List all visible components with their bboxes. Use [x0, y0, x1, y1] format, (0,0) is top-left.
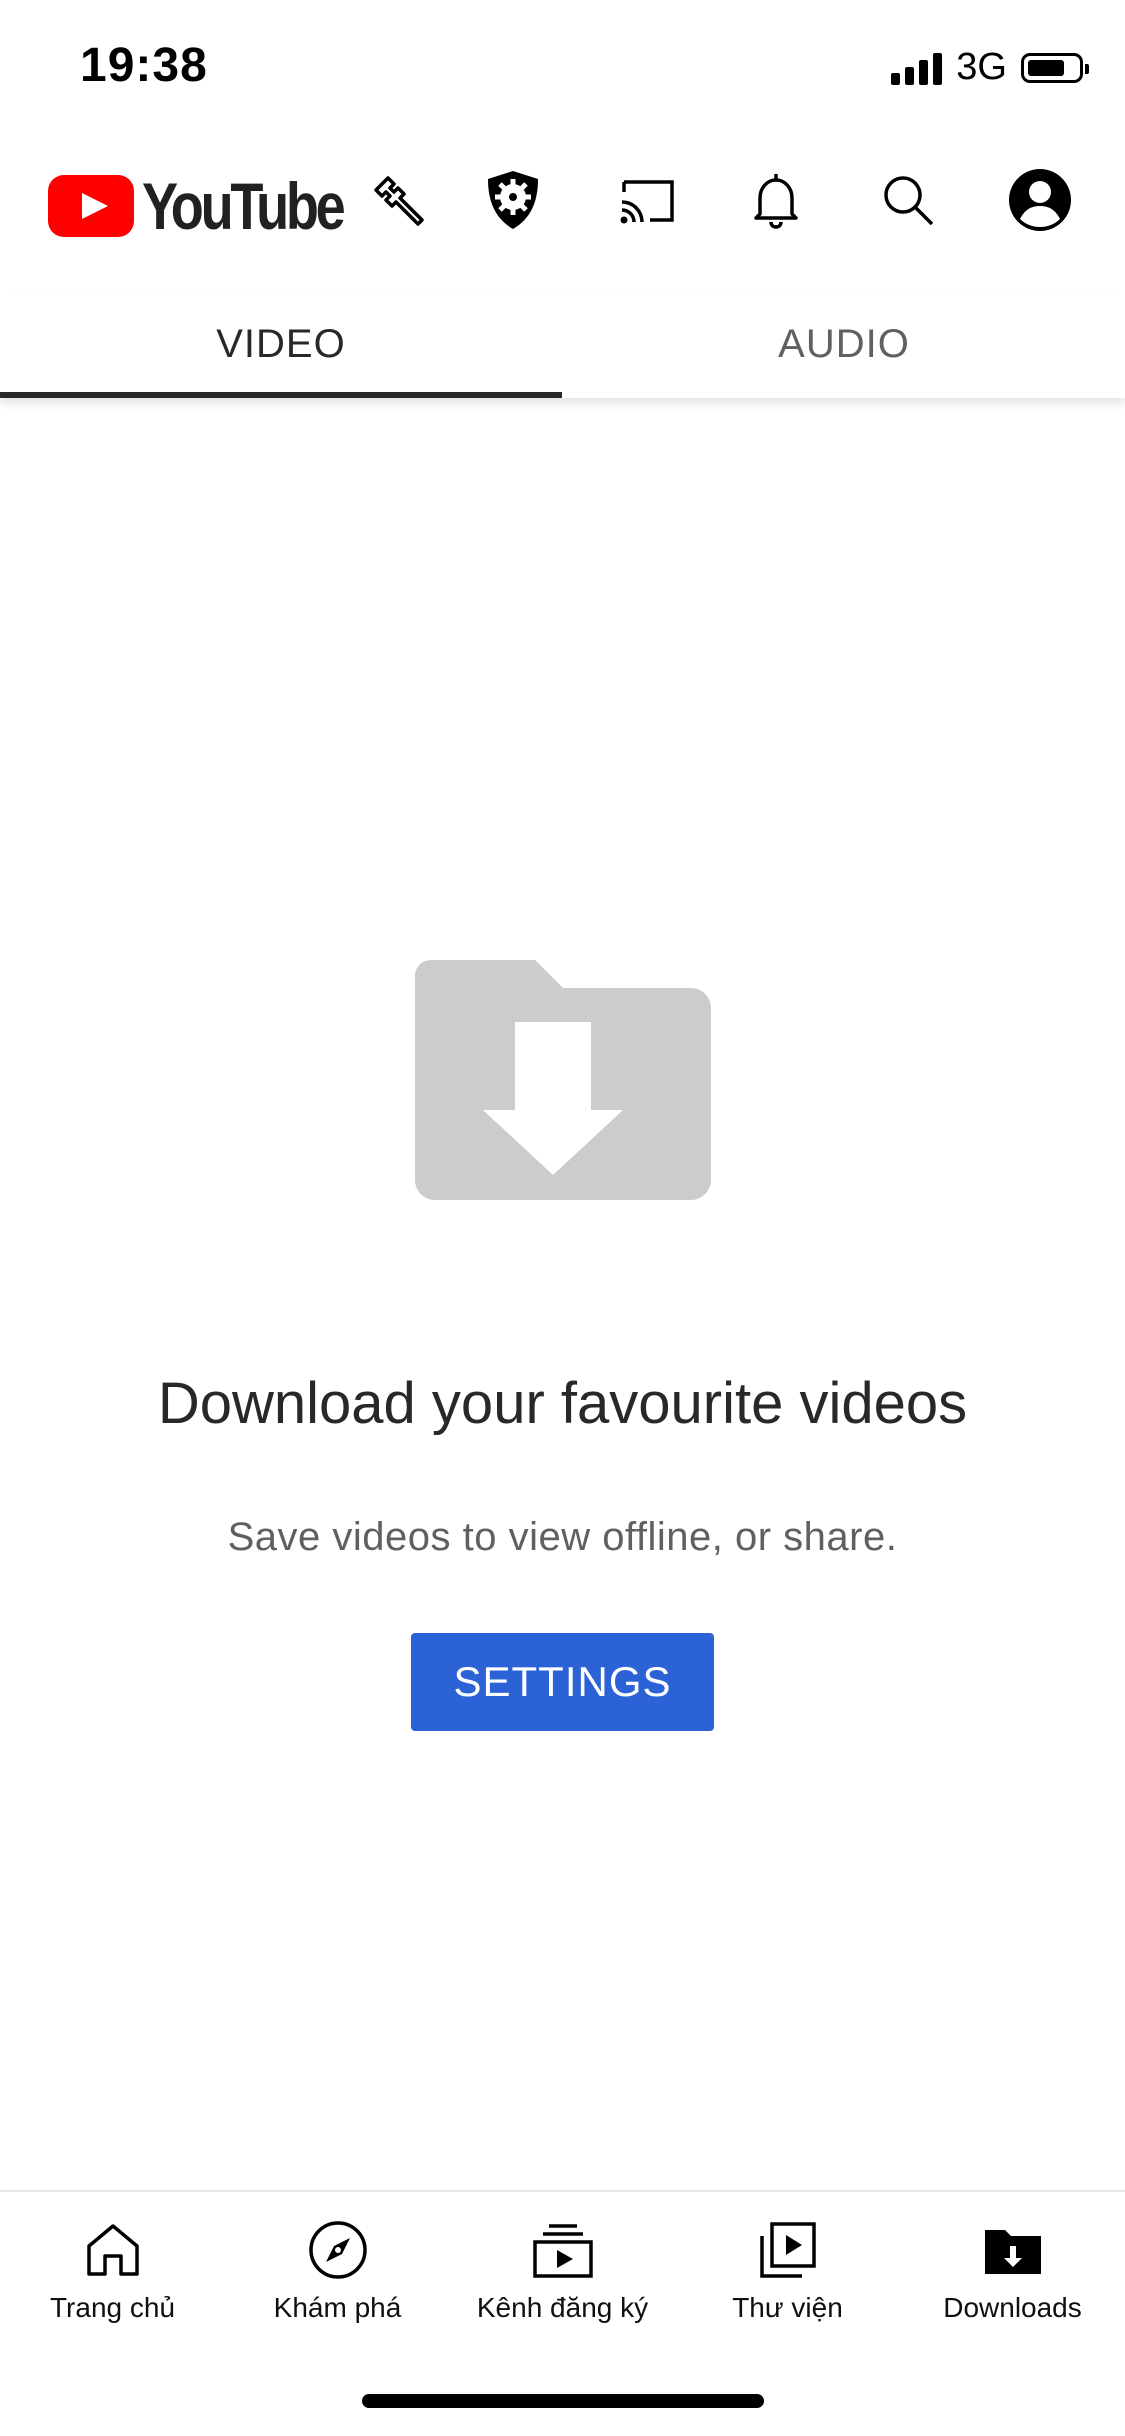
wrench-icon[interactable]	[362, 164, 434, 236]
settings-button[interactable]: SETTINGS	[411, 1633, 714, 1731]
nav-item-subscriptions[interactable]: Kênh đăng ký	[450, 2192, 675, 2342]
account-icon[interactable]	[1004, 164, 1076, 236]
nav-label-explore: Khám phá	[273, 2292, 402, 2323]
home-indicator[interactable]	[362, 2394, 764, 2408]
bottom-nav: Trang chủ Khám phá Kênh đăng ký Thư viện…	[0, 2190, 1125, 2372]
nav-item-explore[interactable]: Khám phá	[225, 2192, 450, 2342]
nav-label-home: Trang chủ	[49, 2292, 176, 2323]
nav-label-library: Thư viện	[732, 2292, 843, 2323]
status-indicators: 3G	[891, 46, 1089, 89]
cast-icon[interactable]	[610, 164, 682, 236]
home-icon	[81, 2218, 145, 2282]
status-time: 19:38	[80, 39, 208, 92]
nav-item-downloads[interactable]: Downloads	[900, 2192, 1125, 2342]
nav-label-downloads: Downloads	[943, 2292, 1082, 2323]
youtube-logo[interactable]: YouTube	[48, 168, 387, 244]
tab-audio[interactable]: AUDIO	[563, 290, 1125, 398]
search-icon[interactable]	[872, 164, 944, 236]
explore-compass-icon	[306, 2218, 370, 2282]
downloads-icon	[981, 2218, 1045, 2282]
nav-item-library[interactable]: Thư viện	[675, 2192, 900, 2342]
cellular-signal-icon	[891, 51, 943, 85]
app-header: YouTube	[0, 140, 1125, 260]
gear-shield-icon[interactable]	[477, 164, 549, 236]
empty-state-title: Download your favourite videos	[157, 1371, 968, 1436]
nav-item-home[interactable]: Trang chủ	[0, 2192, 225, 2342]
download-folder-icon	[415, 960, 711, 1200]
active-tab-indicator	[0, 392, 562, 398]
empty-state-subtitle: Save videos to view offline, or share.	[227, 1515, 898, 1559]
network-type: 3G	[956, 46, 1007, 88]
status-bar: 19:38 3G	[0, 0, 1125, 135]
tab-bar: VIDEO AUDIO	[0, 290, 1125, 398]
library-icon	[756, 2218, 820, 2282]
subscriptions-icon	[531, 2218, 595, 2282]
nav-label-subscriptions: Kênh đăng ký	[476, 2292, 649, 2323]
youtube-play-logo-icon	[48, 175, 134, 237]
tab-video[interactable]: VIDEO	[0, 290, 562, 398]
battery-icon	[1021, 52, 1089, 83]
logo-text: YouTube	[142, 169, 346, 243]
bell-icon[interactable]	[740, 164, 812, 236]
